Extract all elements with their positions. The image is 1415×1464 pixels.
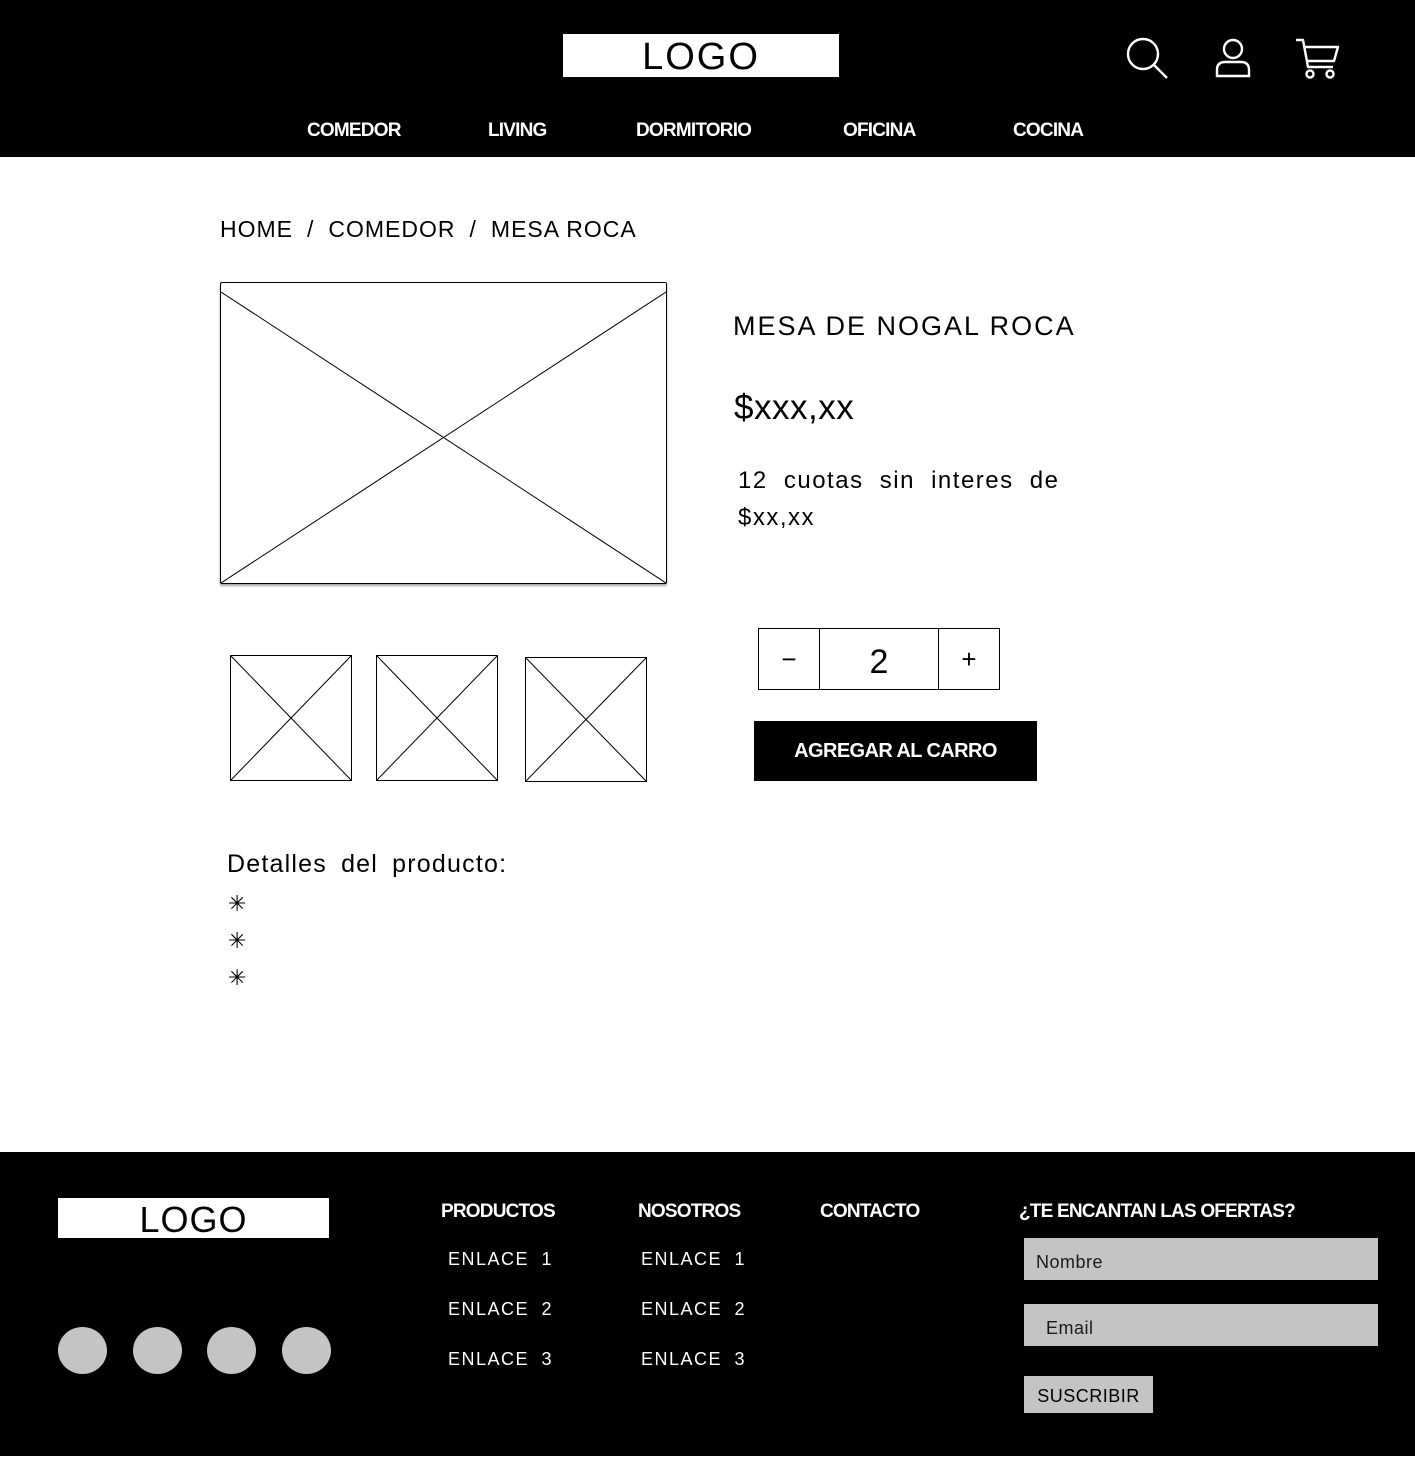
product-price: $xxx,xx [734,388,855,427]
subscribe-button[interactable]: SUSCRIBIR [1024,1376,1153,1413]
image-placeholder-icon [377,656,497,780]
quantity-increase-button[interactable]: + [938,629,999,689]
detail-bullet: ✳ [228,928,247,953]
quantity-decrease-button[interactable]: − [759,629,820,689]
detail-bullet: ✳ [228,965,247,990]
breadcrumb-current: MESA ROCA [490,216,637,242]
footer-link[interactable]: ENLACE 3 [448,1349,553,1370]
image-placeholder-icon [221,283,666,583]
site-footer: LOGO PRODUCTOS ENLACE 1 ENLACE 2 ENLACE … [0,1152,1415,1456]
newsletter-heading: ¿TE ENCANTAN LAS OFERTAS? [1019,1201,1296,1222]
breadcrumb: HOME / COMEDOR / MESA ROCA [220,216,637,243]
breadcrumb-home[interactable]: HOME [220,216,293,243]
footer-logo[interactable]: LOGO [58,1198,329,1240]
nav-item-cocina[interactable]: COCINA [1013,120,1084,142]
installments-text: 12 cuotas sin interes de $xx,xx [738,467,1060,531]
social-icon[interactable] [207,1327,256,1374]
page: LOGO COMEDOR LIVING DORMITORIO OFICINA C… [0,0,1415,1464]
nav-item-oficina[interactable]: OFICINA [843,120,916,142]
footer-link[interactable]: ENLACE 2 [641,1299,746,1320]
footer-link[interactable]: ENLACE 2 [448,1299,553,1320]
header-logo[interactable]: LOGO [563,34,839,78]
breadcrumb-comedor[interactable]: COMEDOR [328,216,455,243]
site-header: LOGO COMEDOR LIVING DORMITORIO OFICINA C… [0,0,1415,157]
footer-heading-contacto[interactable]: CONTACTO [820,1201,920,1223]
image-placeholder-icon [526,658,646,781]
detail-bullet: ✳ [228,891,247,916]
footer-heading-productos: PRODUCTOS [441,1201,556,1222]
quantity-stepper: − 2 + [758,628,1000,690]
newsletter-email-input[interactable] [1024,1304,1378,1346]
social-icon[interactable] [282,1327,331,1374]
page-bottom-margin [0,1456,1415,1464]
product-thumbnail[interactable] [525,657,647,782]
product-main-image[interactable] [220,282,667,584]
product-thumbnail[interactable] [230,655,352,781]
product-details-title: Detalles del producto: [227,850,508,878]
product-thumbnail[interactable] [376,655,498,781]
add-to-cart-button[interactable]: AGREGAR AL CARRO [754,721,1037,781]
footer-link[interactable]: ENLACE 3 [641,1349,746,1370]
nav-item-dormitorio[interactable]: DORMITORIO [636,120,752,142]
quantity-value[interactable]: 2 [820,629,938,689]
footer-link[interactable]: ENLACE 1 [448,1249,553,1270]
nav-item-living[interactable]: LIVING [488,120,547,142]
product-title: MESA DE NOGAL ROCA [733,311,1076,341]
breadcrumb-separator: / [307,216,315,242]
cart-icon[interactable] [1294,36,1340,80]
social-icon[interactable] [58,1327,107,1374]
social-icon[interactable] [133,1327,182,1374]
breadcrumb-separator: / [469,216,477,242]
footer-heading-nosotros: NOSOTROS [638,1201,741,1222]
newsletter-name-input[interactable] [1024,1238,1378,1280]
image-placeholder-icon [231,656,351,780]
footer-link[interactable]: ENLACE 1 [641,1249,746,1270]
user-icon[interactable] [1210,36,1256,80]
nav-item-comedor[interactable]: COMEDOR [307,120,401,142]
search-icon[interactable] [1124,36,1170,80]
